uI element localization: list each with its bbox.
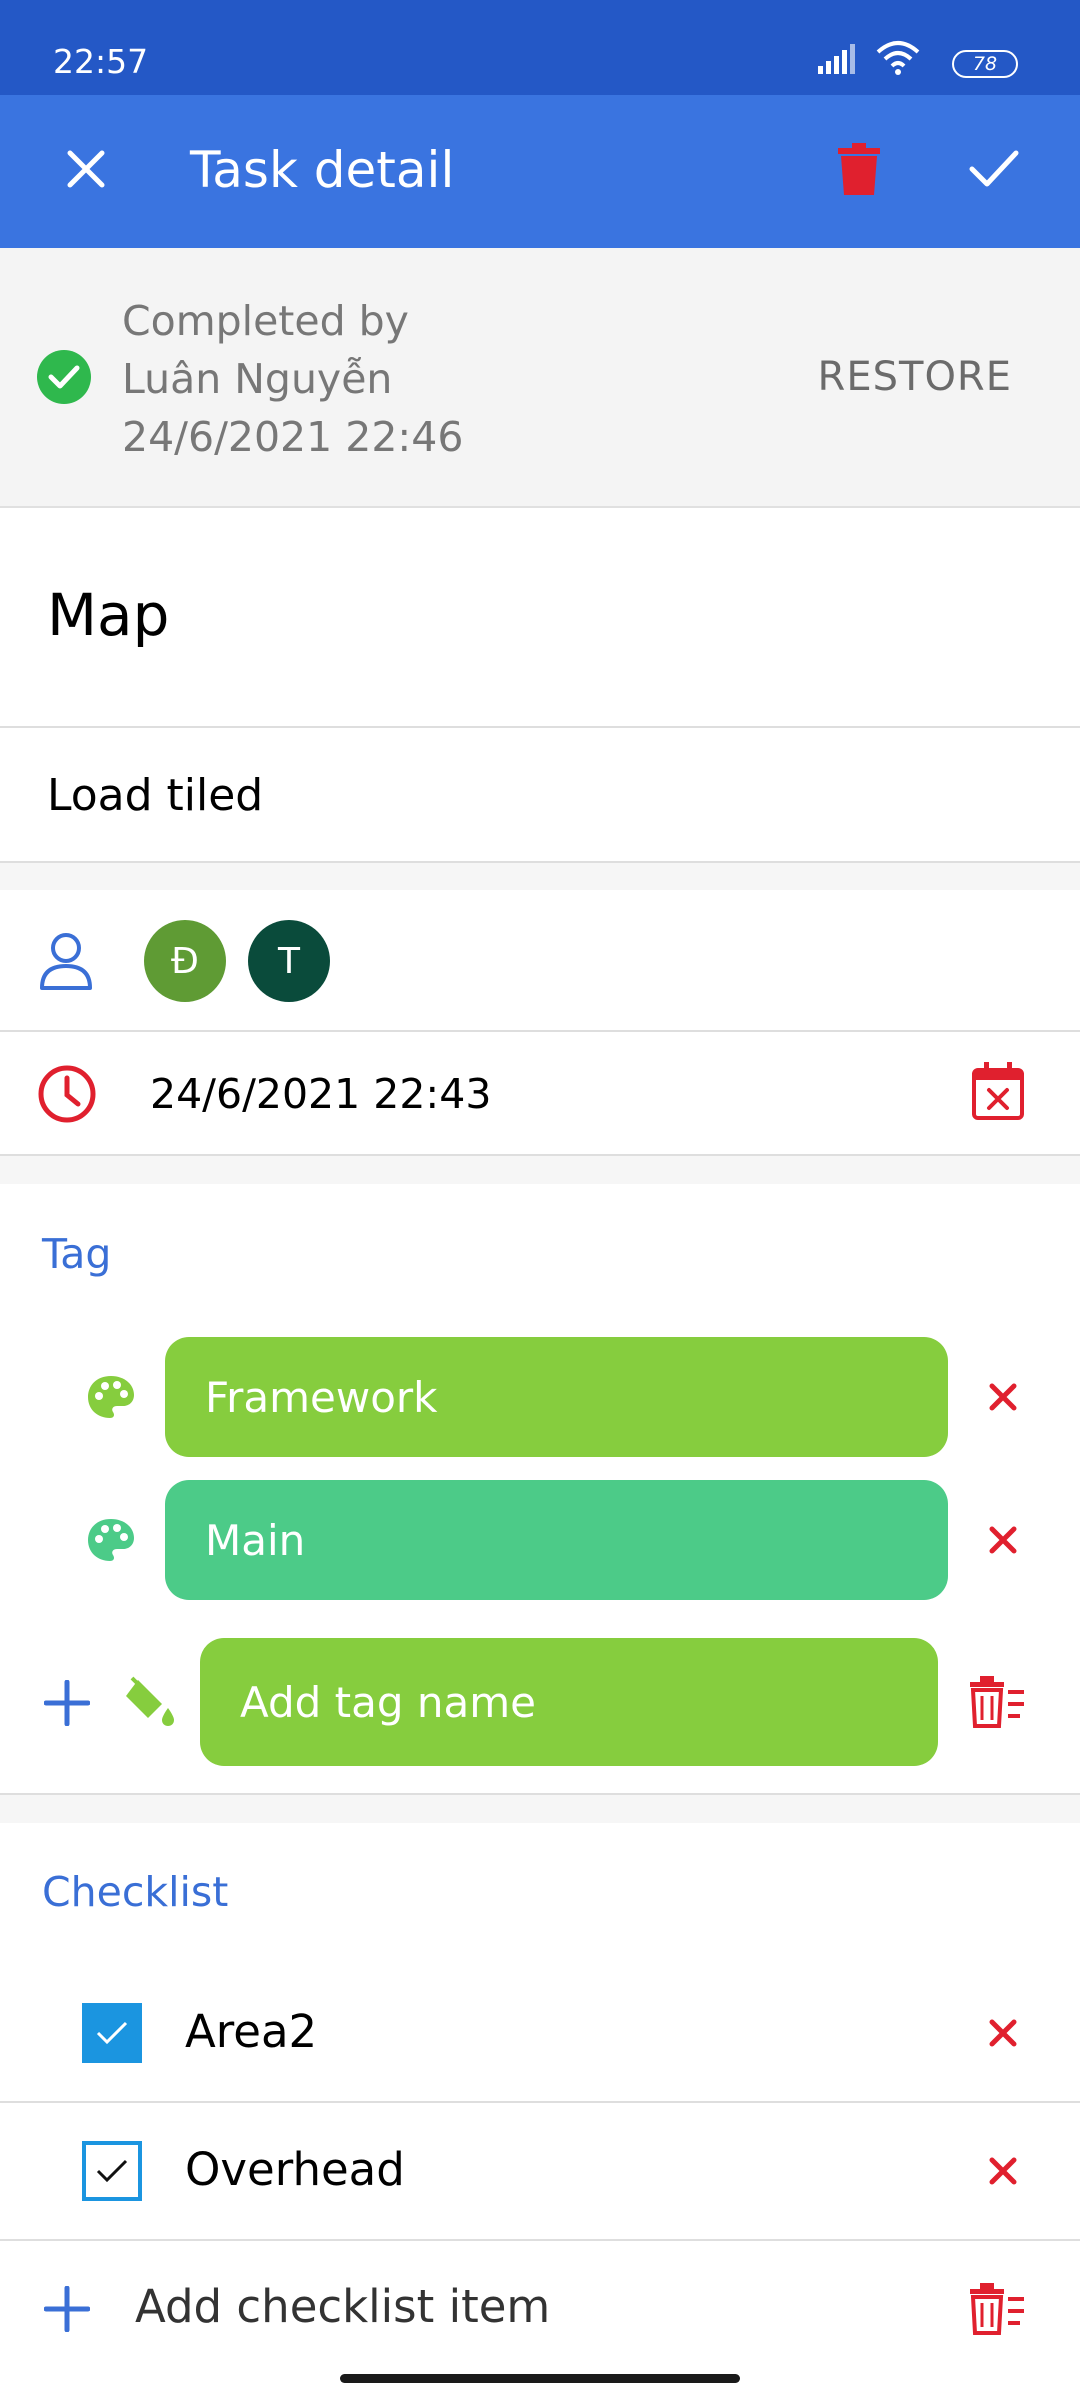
status-time: 22:57 [53,42,149,81]
assignee-row[interactable]: Đ T [0,890,1080,1032]
check-mark-icon [96,2159,128,2183]
plus-icon[interactable] [44,1680,90,1726]
checklist-item: Overhead [0,2103,1080,2241]
remove-tag-icon[interactable] [989,1383,1017,1411]
palette-icon[interactable] [86,1374,136,1420]
remove-checklist-item-icon[interactable] [989,2019,1017,2047]
plus-icon[interactable] [44,2286,90,2332]
task-description: Load tiled [47,770,264,821]
checkbox-checked[interactable] [82,2141,142,2201]
section-divider [0,1156,1080,1184]
completed-check-icon [37,350,91,404]
clear-tags-icon[interactable] [968,1676,1026,1728]
check-mark-icon [96,2021,128,2045]
completion-panel: Completed by Luân Nguyễn 24/6/2021 22:46… [0,248,1080,508]
checklist-section-title: Checklist [42,1868,229,1916]
clock-icon [38,1065,96,1123]
completed-by-label: Completed by [122,297,409,345]
add-tag-input[interactable]: Add tag name [200,1638,938,1766]
check-icon [969,150,1019,187]
calendar-clear-icon[interactable] [972,1062,1024,1120]
tag-chip[interactable]: Main [165,1480,948,1600]
due-date-value: 24/6/2021 22:43 [150,1070,492,1118]
page-title: Task detail [190,141,455,199]
trash-icon [838,143,880,195]
section-divider [0,863,1080,890]
restore-button[interactable]: RESTORE [818,354,1012,400]
avatar[interactable]: Đ [144,920,226,1002]
due-date-row[interactable]: 24/6/2021 22:43 [0,1032,1080,1156]
avatar[interactable]: T [248,920,330,1002]
status-bar: 22:57 78 [0,0,1080,95]
remove-checklist-item-icon[interactable] [989,2157,1017,2185]
paint-bucket-icon[interactable] [122,1676,178,1730]
completed-by-user: Luân Nguyễn [122,355,393,403]
palette-icon[interactable] [86,1517,136,1563]
remove-tag-icon[interactable] [989,1526,1017,1554]
tag-section-title: Tag [42,1230,112,1278]
home-indicator[interactable] [340,2374,740,2383]
task-description-field[interactable]: Load tiled [0,728,1080,863]
completed-at: 24/6/2021 22:46 [122,413,464,461]
close-button[interactable] [50,133,122,205]
save-button[interactable] [958,133,1030,205]
clear-checklist-icon[interactable] [968,2283,1026,2335]
battery-indicator: 78 [952,50,1018,78]
task-title: Map [47,581,170,649]
tag-chip[interactable]: Framework [165,1337,948,1457]
checkbox-checked[interactable] [82,2003,142,2063]
close-icon [67,150,105,188]
checklist-item-label[interactable]: Area2 [185,2005,317,2058]
section-divider [0,1795,1080,1823]
delete-task-button[interactable] [823,133,895,205]
person-icon [40,933,92,990]
checklist-item: Area2 [0,1965,1080,2103]
task-title-field[interactable]: Map [0,508,1080,728]
completion-info: Completed by Luân Nguyễn 24/6/2021 22:46 [122,292,463,466]
app-bar: Task detail [0,95,1080,248]
wifi-icon [876,41,920,75]
status-icons: 78 [780,36,1080,78]
signal-icon [818,44,855,74]
add-checklist-input[interactable]: Add checklist item [135,2280,550,2333]
checklist-item-label[interactable]: Overhead [185,2143,405,2196]
